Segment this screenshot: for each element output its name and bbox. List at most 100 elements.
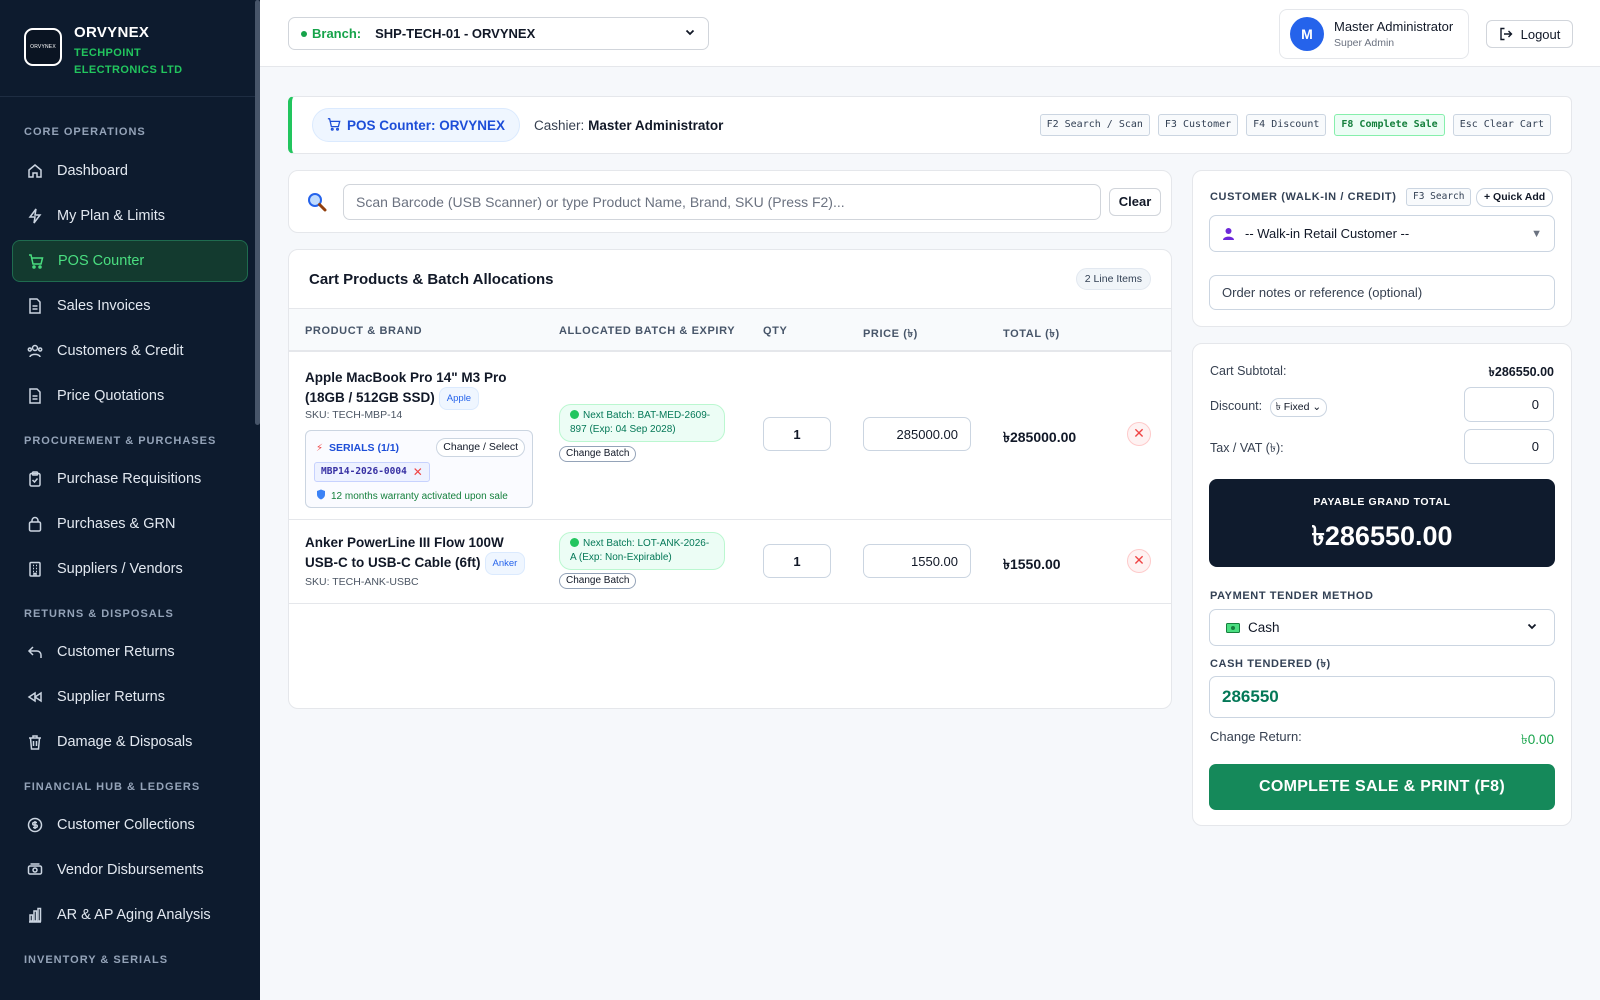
line-items-badge: 2 Line Items (1075, 268, 1151, 290)
tender-method-label: PAYMENT TENDER METHOD (1210, 590, 1374, 602)
change-select-serial-button[interactable]: Change / Select (436, 438, 525, 457)
pos-counter-bar: POS Counter: ORVYNEX Cashier: Master Adm… (288, 96, 1572, 154)
order-notes-input[interactable] (1209, 275, 1555, 310)
col-qty: QTY (763, 325, 788, 337)
cart-header: Cart Products & Batch Allocations 2 Line… (289, 250, 1171, 309)
chevron-down-icon (684, 26, 696, 41)
sidebar-item-plan-limits[interactable]: My Plan & Limits (12, 195, 248, 237)
chevron-down-icon: ⌄ (1312, 401, 1322, 413)
sidebar-item-supplier-returns[interactable]: Supplier Returns (12, 676, 248, 718)
sidebar-item-aging-analysis[interactable]: AR & AP Aging Analysis (12, 894, 248, 936)
price-input[interactable] (863, 417, 971, 451)
discount-input[interactable] (1464, 387, 1554, 422)
nav-section-inventory: INVENTORY & SERIALS (24, 954, 169, 966)
batch-badge: Next Batch: LOT-ANK-2026-A (Exp: Non-Exp… (559, 532, 725, 570)
sidebar-item-customer-returns[interactable]: Customer Returns (12, 631, 248, 673)
document-icon (26, 387, 44, 405)
product-name: Apple MacBook Pro 14" M3 Pro (18GB / 512… (305, 368, 535, 410)
home-icon (26, 162, 44, 180)
document-icon (26, 297, 44, 315)
sidebar-item-vendor-disbursements[interactable]: Vendor Disbursements (12, 849, 248, 891)
building-icon (26, 560, 44, 578)
sidebar-item-customer-collections[interactable]: Customer Collections (12, 804, 248, 846)
qty-input[interactable] (763, 544, 831, 578)
sidebar-item-pos-counter[interactable]: POS Counter (12, 240, 248, 282)
remove-item-button[interactable]: ✕ (1127, 422, 1151, 446)
tax-input[interactable] (1464, 429, 1554, 464)
sidebar-item-dashboard[interactable]: Dashboard (12, 150, 248, 192)
line-total: ৳1550.00 (1003, 556, 1061, 572)
batch-status-icon (570, 538, 579, 547)
chevron-down-icon (1526, 620, 1538, 635)
avatar: M (1290, 17, 1324, 51)
customer-select[interactable]: -- Walk-in Retail Customer -- ▼ (1209, 215, 1555, 252)
cash-tendered-input[interactable] (1209, 676, 1555, 718)
top-header: Branch: SHP-TECH-01 - ORVYNEX M Master A… (260, 0, 1600, 67)
batch-badge: Next Batch: BAT-MED-2609-897 (Exp: 04 Se… (559, 404, 725, 442)
user-name: Master Administrator (1334, 19, 1454, 34)
customer-panel: CUSTOMER (WALK-IN / CREDIT) F3 Search + … (1192, 170, 1572, 327)
col-total: TOTAL (৳) (1003, 328, 1060, 340)
line-total: ৳285000.00 (1003, 429, 1077, 445)
cash-icon (26, 861, 44, 879)
cart-subtotal: Cart Subtotal: ৳286550.00 (1210, 364, 1554, 379)
cash-tendered-label: CASH TENDERED (৳) (1210, 658, 1331, 670)
keyboard-shortcuts: F2 Search / Scan F3 Customer F4 Discount… (1039, 114, 1551, 136)
qty-input[interactable] (763, 417, 831, 451)
payment-method-select[interactable]: Cash (1209, 609, 1555, 646)
customer-label: CUSTOMER (WALK-IN / CREDIT) (1210, 191, 1397, 203)
sidebar-item-suppliers-vendors[interactable]: Suppliers / Vendors (12, 548, 248, 590)
bolt-icon (26, 207, 44, 225)
sidebar: ORVYNEX ORVYNEX TECHPOINT ELECTRONICS LT… (0, 0, 260, 1000)
logout-button[interactable]: Logout (1486, 20, 1573, 48)
shortcut-esc: Esc Clear Cart (1452, 114, 1551, 136)
pos-counter-title: POS Counter: ORVYNEX (312, 108, 521, 142)
grand-total-box: PAYABLE GRAND TOTAL ৳286550.00 (1209, 479, 1555, 567)
sidebar-item-purchase-requisitions[interactable]: Purchase Requisitions (12, 458, 248, 500)
grand-total-label: PAYABLE GRAND TOTAL (1313, 496, 1451, 508)
bar-chart-icon (26, 906, 44, 924)
user-role: Super Admin (1334, 37, 1395, 49)
undo-icon (26, 643, 44, 661)
branch-selector[interactable]: Branch: SHP-TECH-01 - ORVYNEX (288, 17, 709, 50)
nav-section-financial: FINANCIAL HUB & LEDGERS (24, 781, 201, 793)
product-search-input[interactable] (343, 183, 1101, 220)
cashier-info: Cashier: Master Administrator (534, 117, 724, 133)
sidebar-item-sales-invoices[interactable]: Sales Invoices (12, 285, 248, 327)
brand-logo: ORVYNEX (24, 28, 62, 66)
remove-item-button[interactable]: ✕ (1127, 549, 1151, 573)
change-batch-button[interactable]: Change Batch (559, 573, 637, 589)
serials-title: ⚡ SERIALS (1/1) (316, 442, 400, 454)
change-batch-button[interactable]: Change Batch (559, 446, 637, 462)
price-input[interactable] (863, 544, 971, 578)
clear-search-button[interactable]: Clear (1109, 187, 1161, 216)
shortcut-f2: F2 Search / Scan (1039, 114, 1150, 136)
coin-icon (26, 816, 44, 834)
branch-status-dot (301, 30, 307, 37)
remove-serial-icon[interactable]: ✕ (413, 463, 423, 481)
user-icon (1222, 227, 1235, 240)
cashier-name: Master Administrator (588, 117, 724, 133)
payment-panel: Cart Subtotal: ৳286550.00 Discount: ৳ Fi… (1192, 343, 1572, 826)
sidebar-item-customers-credit[interactable]: Customers & Credit (12, 330, 248, 372)
user-profile[interactable]: M Master Administrator Super Admin (1279, 9, 1469, 59)
cart-panel: Cart Products & Batch Allocations 2 Line… (288, 249, 1172, 709)
nav-section-procurement: PROCUREMENT & PURCHASES (24, 435, 217, 447)
complete-sale-button[interactable]: COMPLETE SALE & PRINT (F8) (1209, 764, 1555, 810)
sidebar-item-price-quotations[interactable]: Price Quotations (12, 375, 248, 417)
quick-add-customer-button[interactable]: + Quick Add (1476, 188, 1554, 207)
search-icon (307, 192, 327, 212)
shortcut-f3: F3 Customer (1157, 114, 1239, 136)
product-name: Anker PowerLine III Flow 100W USB-C to U… (305, 533, 535, 575)
sidebar-item-purchases-grn[interactable]: Purchases & GRN (12, 503, 248, 545)
bolt-icon: ⚡ (316, 442, 324, 454)
rewind-icon (26, 688, 44, 706)
batch-status-icon (570, 410, 579, 419)
sidebar-item-damage-disposals[interactable]: Damage & Disposals (12, 721, 248, 763)
customer-search-shortcut[interactable]: F3 Search (1406, 188, 1472, 206)
discount-type-select[interactable]: ৳ Fixed ⌄ (1269, 398, 1328, 417)
shortcut-f4: F4 Discount (1246, 114, 1327, 136)
change-return-value: ৳0.00 (1521, 732, 1554, 747)
cart-icon (327, 117, 341, 134)
brand-name: ORVYNEX (74, 24, 150, 41)
